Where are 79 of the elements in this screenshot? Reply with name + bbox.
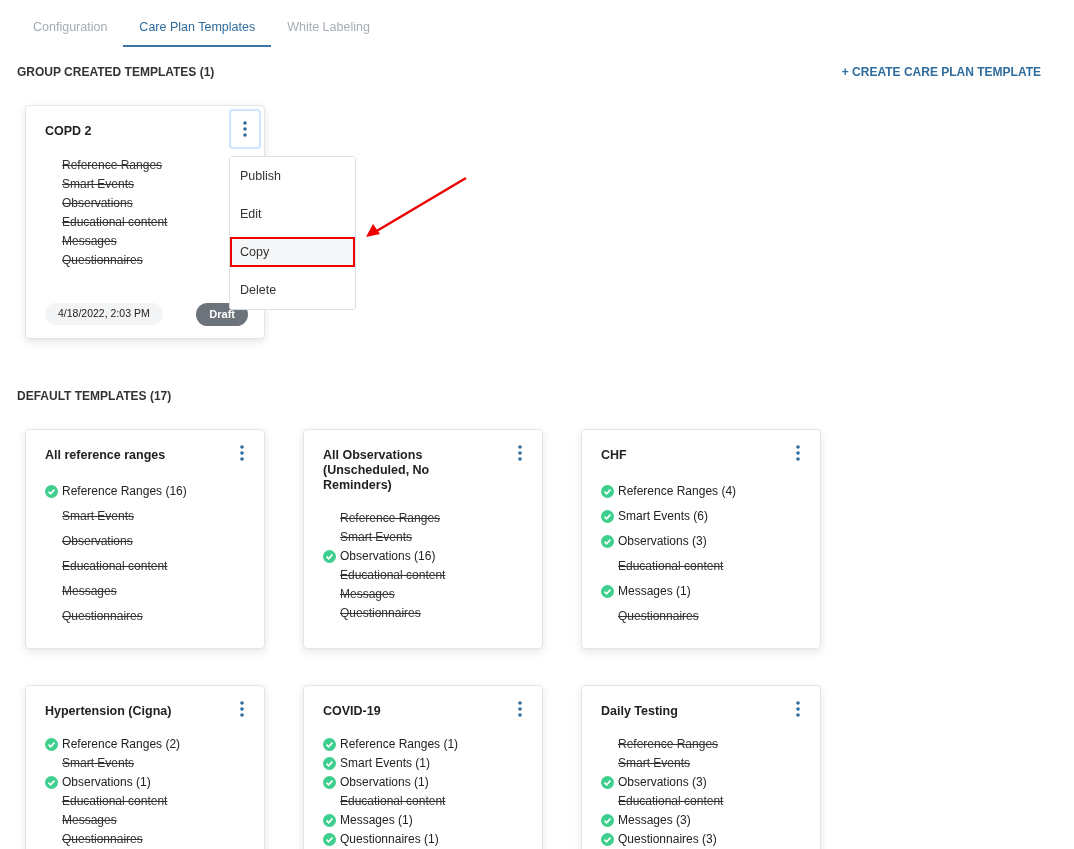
feature-item: Reference Ranges (2) — [62, 736, 181, 753]
feature-item: Messages (3) — [618, 812, 691, 829]
feature-item: Observations (3) — [618, 774, 707, 791]
feature-item: Questionnaires — [618, 608, 699, 625]
feature-item: Questionnaires — [62, 831, 143, 848]
check-circle-icon — [45, 737, 58, 751]
more-vertical-icon — [518, 444, 522, 461]
feature-item: Educational content — [340, 567, 446, 584]
feature-item: Educational content — [618, 793, 724, 810]
feature-item: Smart Events — [62, 175, 135, 193]
date-pill: 4/18/2022, 2:03 PM — [45, 303, 163, 326]
tab[interactable]: Care Plan Templates — [123, 10, 272, 47]
check-circle-icon — [323, 775, 336, 789]
card-title: Hypertension (Cigna) — [45, 703, 172, 719]
card-title: All Observations (Unscheduled, No Reminders) — [323, 447, 431, 493]
feature-item: Smart Events — [62, 755, 135, 772]
feature-item: Reference Ranges — [618, 736, 719, 753]
check-circle-icon — [601, 775, 614, 789]
card-title: CHF — [601, 447, 627, 463]
check-circle-icon — [323, 832, 336, 846]
feature-item: Smart Events — [618, 755, 691, 772]
more-vertical-icon — [796, 444, 800, 461]
section-title: DEFAULT TEMPLATES (17) — [17, 388, 172, 403]
check-circle-icon — [601, 509, 614, 523]
check-circle-icon — [323, 737, 336, 751]
check-circle-icon — [601, 813, 614, 827]
feature-item: Observations (1) — [62, 774, 151, 791]
check-circle-icon — [323, 549, 336, 563]
check-circle-icon — [45, 484, 58, 498]
feature-item: Reference Ranges (1) — [340, 736, 459, 753]
check-circle-icon — [601, 832, 614, 846]
card-title: Daily Testing — [601, 703, 678, 719]
feature-item: Questionnaires (1) — [340, 831, 439, 848]
more-vertical-icon — [796, 700, 800, 717]
more-vertical-icon — [243, 121, 247, 137]
check-circle-icon — [601, 534, 614, 548]
feature-item: Questionnaires — [62, 251, 143, 269]
feature-item: Reference Ranges (16) — [62, 483, 187, 500]
feature-item: Educational content — [62, 793, 168, 810]
feature-item: Observations (1) — [340, 774, 429, 791]
feature-item: Messages — [62, 232, 117, 250]
feature-item: Messages — [62, 812, 117, 829]
section-title: GROUP CREATED TEMPLATES (1) — [17, 64, 215, 81]
card-title: All reference ranges — [45, 447, 166, 463]
feature-item: Smart Events (1) — [340, 755, 431, 772]
more-options-button[interactable] — [229, 109, 261, 149]
feature-item: Messages — [62, 583, 117, 600]
feature-item: Messages (1) — [618, 583, 691, 600]
feature-item: Smart Events — [340, 529, 413, 546]
feature-item: Reference Ranges — [62, 156, 163, 174]
feature-item: Educational content — [62, 558, 168, 575]
feature-item: Messages (1) — [340, 812, 413, 829]
feature-item: Messages — [340, 586, 395, 603]
feature-item: Smart Events — [62, 508, 135, 525]
feature-item: Smart Events (6) — [618, 508, 709, 525]
feature-item: Educational content — [618, 558, 724, 575]
card-title: COPD 2 — [45, 124, 92, 139]
create-template-link[interactable]: + CREATE CARE PLAN TEMPLATE — [841, 63, 1041, 81]
check-circle-icon — [323, 813, 336, 827]
feature-item: Observations (3) — [618, 533, 707, 550]
feature-item: Questionnaires — [340, 605, 421, 622]
feature-item: Observations — [62, 533, 133, 550]
feature-item: Observations — [62, 194, 133, 212]
feature-item: Reference Ranges — [340, 510, 441, 527]
feature-item: Questionnaires (3) — [618, 831, 717, 848]
menu-item[interactable]: Copy — [230, 237, 355, 267]
feature-item: Educational content — [62, 213, 168, 231]
card-title: COVID-19 — [323, 703, 381, 719]
check-circle-icon — [323, 756, 336, 770]
check-circle-icon — [45, 775, 58, 789]
more-vertical-icon — [518, 700, 522, 717]
feature-item: Observations (16) — [340, 548, 436, 565]
feature-item: Educational content — [340, 793, 446, 810]
more-vertical-icon — [240, 700, 244, 717]
feature-item: Reference Ranges (4) — [618, 483, 737, 500]
more-vertical-icon — [240, 444, 244, 461]
feature-item: Questionnaires — [62, 608, 143, 625]
check-circle-icon — [601, 484, 614, 498]
check-circle-icon — [601, 584, 614, 598]
